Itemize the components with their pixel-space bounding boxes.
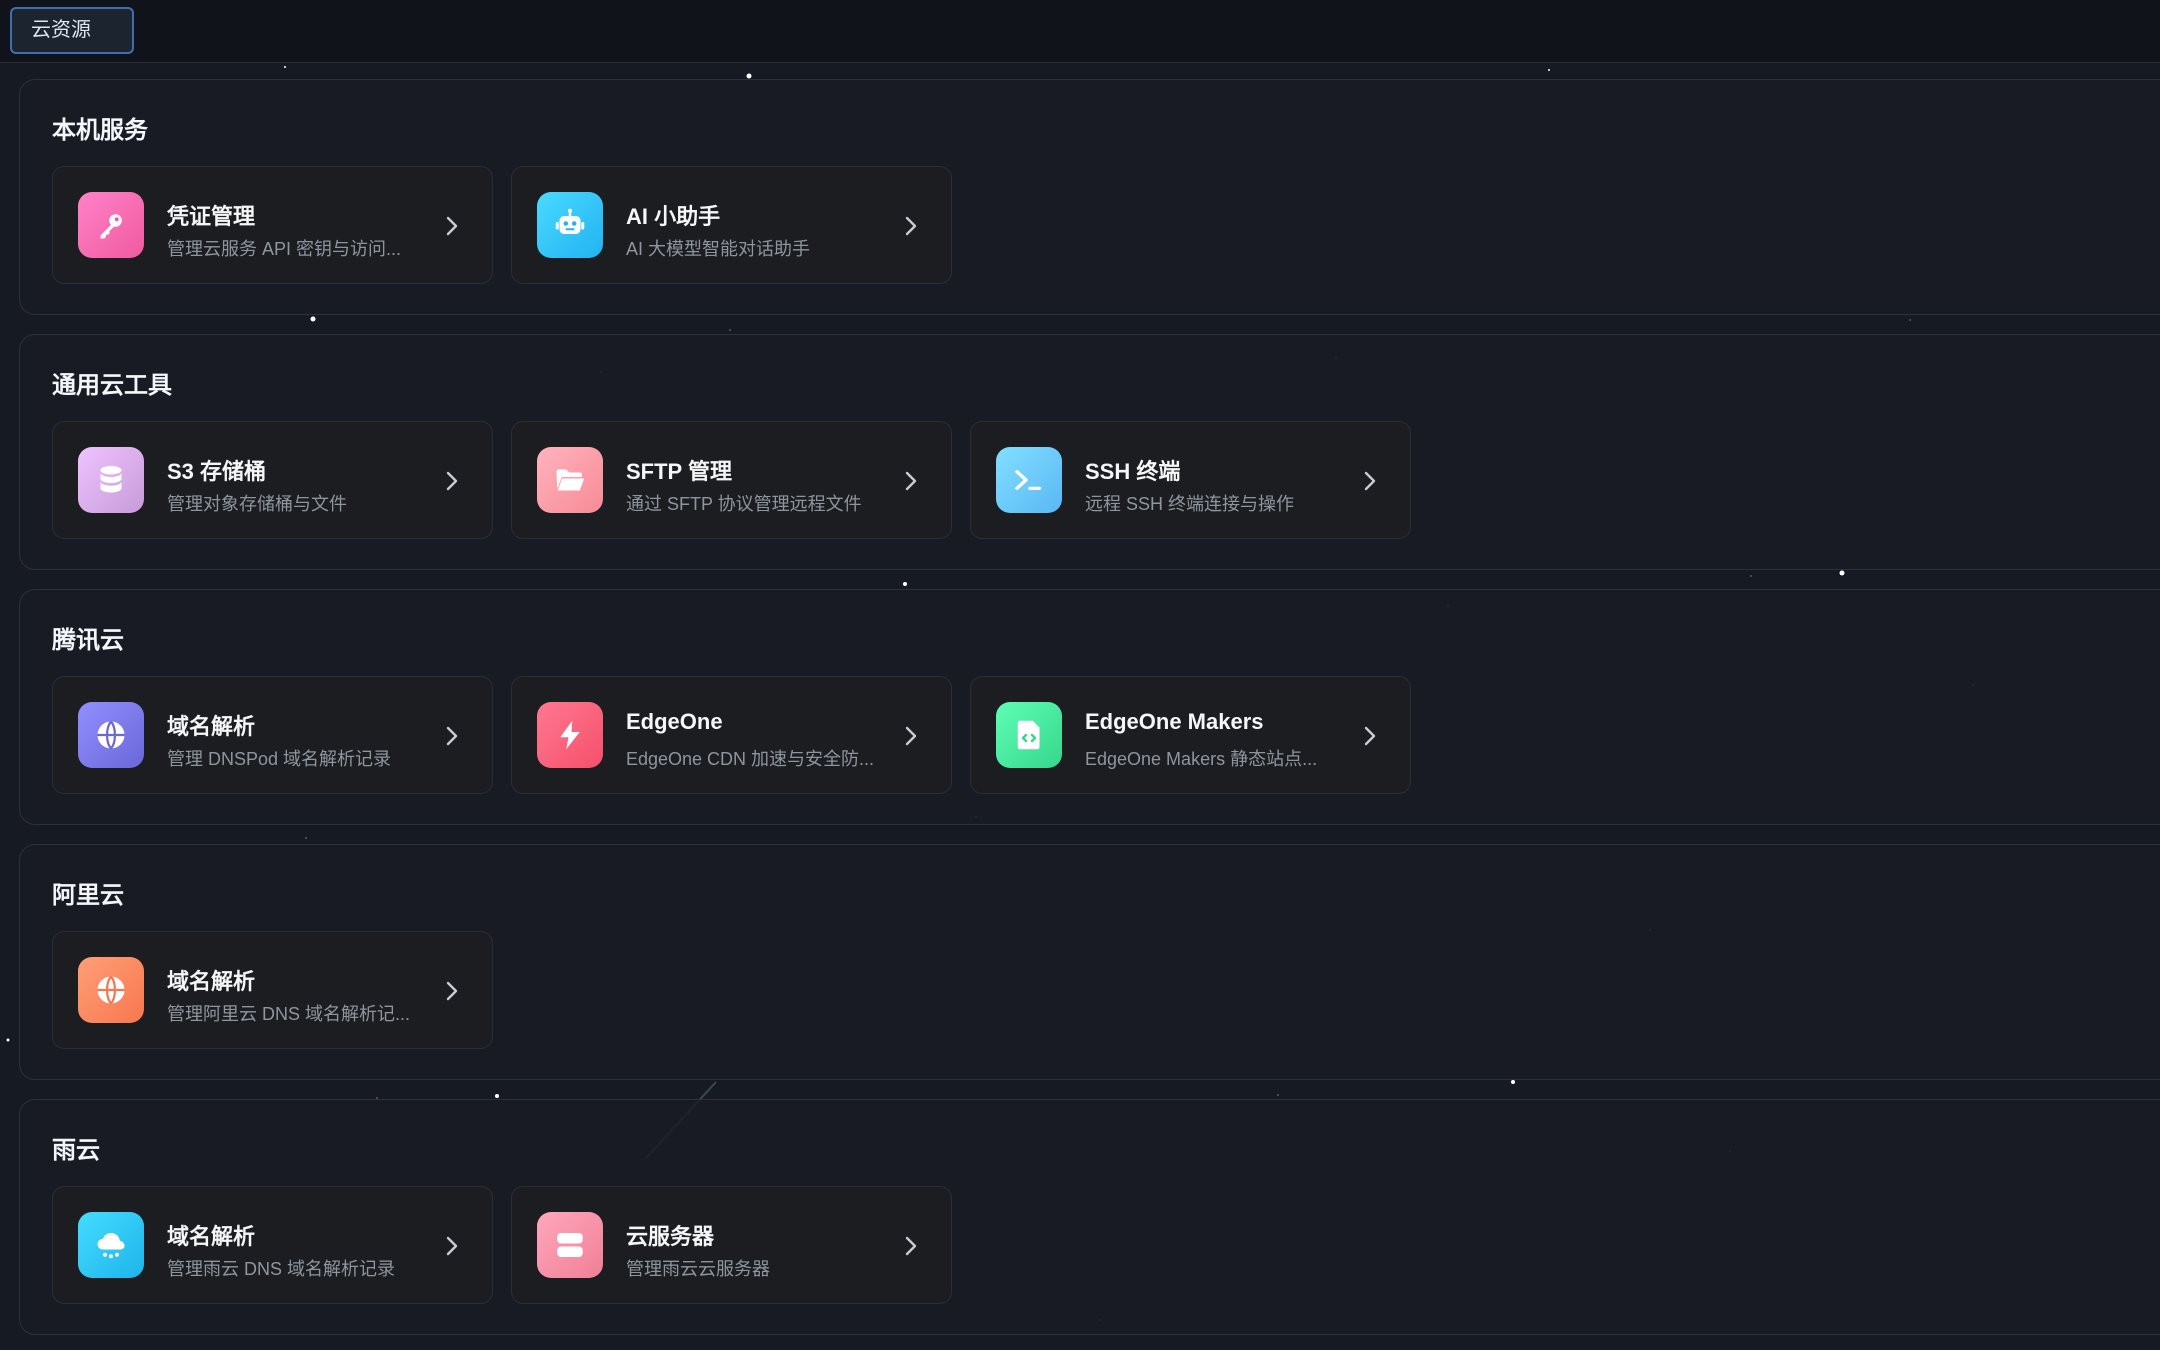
section-title: 阿里云 — [52, 882, 124, 909]
service-card-item-0[interactable]: 域名解析管理 DNSPod 域名解析记录 — [52, 676, 493, 794]
card-description: 远程 SSH 终端连接与操作 — [1085, 494, 1295, 514]
service-card-ai[interactable]: AI 小助手 AI 大模型智能对话助手 — [511, 166, 952, 284]
card-title: EdgeOne Makers — [1085, 709, 1264, 734]
chevron-right-icon — [441, 978, 463, 1004]
card-title: 域名解析 — [167, 969, 256, 994]
card-description: 管理对象存储桶与文件 — [167, 494, 347, 514]
section-title: 腾讯云 — [52, 627, 124, 654]
chevron-right-icon — [900, 468, 922, 494]
card-description: 通过 SFTP 协议管理远程文件 — [626, 494, 862, 514]
section-3: 腾讯云域名解析管理 DNSPod 域名解析记录 EdgeOne EdgeOne CD… — [19, 589, 2160, 825]
chevron-right-icon — [900, 723, 922, 749]
chevron-right-icon — [441, 1233, 463, 1259]
terminal-icon — [996, 447, 1062, 513]
service-card-item-0[interactable]: 域名解析管理雨云 DNS 域名解析记录 — [52, 1186, 493, 1304]
card-title: 云服务器 — [626, 1224, 715, 1249]
chevron-right-icon — [900, 1233, 922, 1259]
cloud-rain-icon — [78, 1212, 144, 1278]
service-card-item-1[interactable]: 云服务器管理雨云云服务器 — [511, 1186, 952, 1304]
globe-icon — [78, 702, 144, 768]
card-title: AI 小助手 — [626, 204, 721, 229]
robot-icon — [537, 192, 603, 258]
code-file-icon — [996, 702, 1062, 768]
card-description: 管理雨云 DNS 域名解析记录 — [167, 1259, 396, 1279]
key-icon — [78, 192, 144, 258]
database-icon — [78, 447, 144, 513]
chevron-right-icon — [1359, 723, 1381, 749]
service-card-item-0[interactable]: 凭证管理管理云服务 API 密钥与访问... — [52, 166, 493, 284]
card-title: SSH 终端 — [1085, 459, 1181, 484]
service-card-sftp[interactable]: SFTP 管理通过 SFTP 协议管理远程文件 — [511, 421, 952, 539]
section-2: 通用云工具 S3 存储桶 管理对象存储桶与文件 SFTP 管理 通过 SFTP 协议管理… — [19, 334, 2160, 570]
chevron-right-icon — [441, 213, 463, 239]
service-card-edgeone[interactable]: EdgeOne EdgeOne CDN 加速与安全防... — [511, 676, 952, 794]
card-description: AI 大模型智能对话助手 — [626, 239, 811, 259]
card-description: 管理雨云云服务器 — [626, 1259, 770, 1279]
section-title: 本机服务 — [52, 117, 148, 144]
folder-icon — [537, 447, 603, 513]
chevron-right-icon — [441, 723, 463, 749]
card-description: 管理云服务 API 密钥与访问... — [167, 239, 402, 259]
service-card-s3[interactable]: S3 存储桶管理对象存储桶与文件 — [52, 421, 493, 539]
card-description: EdgeOne Makers 静态站点... — [1085, 749, 1318, 769]
card-description: 管理 DNSPod 域名解析记录 — [167, 749, 392, 769]
card-title: EdgeOne — [626, 709, 723, 734]
card-title: 凭证管理 — [167, 204, 256, 229]
card-title: 域名解析 — [167, 714, 256, 739]
chevron-right-icon — [441, 468, 463, 494]
card-title: SFTP 管理 — [626, 459, 732, 484]
section-5: 雨云 域名解析 管理雨云 DNS 域名解析记录 云服务器 管理雨云云服务器 — [19, 1099, 2160, 1335]
card-description: 管理阿里云 DNS 域名解析记... — [167, 1004, 411, 1024]
top-tab-bar: 云资源 — [0, 0, 2160, 63]
globe-icon — [78, 957, 144, 1023]
section-4: 阿里云域名解析管理阿里云 DNS 域名解析记... — [19, 844, 2160, 1080]
card-title: 域名解析 — [167, 1224, 256, 1249]
service-card-item-0[interactable]: 域名解析管理阿里云 DNS 域名解析记... — [52, 931, 493, 1049]
chevron-right-icon — [1359, 468, 1381, 494]
section-title: 通用云工具 — [52, 372, 172, 399]
card-title: S3 存储桶 — [167, 459, 267, 484]
server-icon — [537, 1212, 603, 1278]
tab-cloud-resources[interactable]: 云资源 — [10, 7, 134, 54]
section-1: 本机服务凭证管理管理云服务 API 密钥与访问... AI 小助手 AI 大模型智能… — [19, 79, 2160, 315]
lightning-icon — [537, 702, 603, 768]
service-card-edgeone-makers[interactable]: EdgeOne Makers EdgeOne Makers 静态站点... — [970, 676, 1411, 794]
service-card-ssh[interactable]: SSH 终端远程 SSH 终端连接与操作 — [970, 421, 1411, 539]
section-title: 雨云 — [52, 1137, 100, 1164]
card-description: EdgeOne CDN 加速与安全防... — [626, 749, 875, 769]
chevron-right-icon — [900, 213, 922, 239]
